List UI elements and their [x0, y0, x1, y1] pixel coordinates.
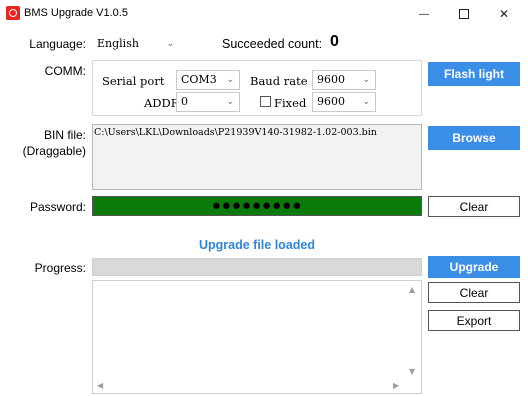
status-message: Upgrade file loaded: [199, 238, 315, 252]
language-label: Language:: [29, 37, 86, 51]
succeeded-count-value: 0: [330, 33, 339, 50]
chevron-down-icon: ⌄: [362, 97, 370, 107]
chevron-down-icon: ⌄: [226, 75, 234, 85]
fixed-label: Fixed: [274, 96, 307, 110]
chevron-down-icon: ⌄: [362, 75, 370, 85]
close-icon: ✕: [498, 7, 510, 21]
baud-rate-label: Baud rate: [250, 74, 308, 88]
bin-file-label: BIN file:: [43, 128, 86, 142]
progress-bar: [92, 258, 422, 276]
minimize-icon: —: [419, 8, 429, 20]
clear-password-button[interactable]: Clear: [428, 196, 520, 217]
scroll-up-icon[interactable]: ▲: [409, 285, 415, 294]
minimize-button[interactable]: —: [404, 0, 444, 28]
log-horizontal-scrollbar[interactable]: ◀ ▶: [93, 379, 407, 393]
clear-log-button[interactable]: Clear: [428, 282, 520, 303]
scroll-left-icon[interactable]: ◀: [97, 381, 103, 390]
succeeded-count-label: Succeeded count:: [222, 37, 323, 51]
serial-port-value: COM3: [181, 73, 217, 86]
chevron-down-icon: ⌄: [226, 97, 234, 107]
maximize-icon: [459, 9, 469, 19]
bin-file-path: C:\Users\LKL\Downloads\P21939V140-31982-…: [94, 127, 377, 138]
log-vertical-scrollbar[interactable]: ▲ ▼: [405, 281, 421, 381]
scroll-right-icon[interactable]: ▶: [393, 381, 399, 390]
browse-button[interactable]: Browse: [428, 126, 520, 150]
fixed-baud-select[interactable]: 9600 ⌄: [312, 92, 376, 112]
progress-label: Progress:: [34, 261, 86, 275]
password-label: Password:: [29, 200, 86, 214]
app-logo-icon: [6, 6, 20, 20]
serial-port-select[interactable]: COM3 ⌄: [176, 70, 240, 90]
fixed-baud-value: 9600: [317, 95, 345, 108]
password-field[interactable]: ●●●●●●●●●: [92, 196, 422, 216]
log-output[interactable]: ▲ ▼ ◀ ▶: [92, 280, 422, 394]
bin-file-drop-area[interactable]: C:\Users\LKL\Downloads\P21939V140-31982-…: [92, 124, 422, 190]
addr-label: ADDR: [144, 96, 180, 110]
serial-port-label: Serial port: [102, 74, 165, 88]
window-title: BMS Upgrade V1.0.5: [24, 7, 128, 19]
addr-value: 0: [181, 95, 188, 108]
scroll-down-icon[interactable]: ▼: [409, 367, 415, 376]
title-bar[interactable]: BMS Upgrade V1.0.5 — ✕: [0, 0, 528, 28]
bin-file-draggable-hint: (Draggable): [22, 144, 86, 158]
flash-light-button[interactable]: Flash light: [428, 62, 520, 86]
chevron-down-icon: ⌄: [166, 39, 174, 49]
language-selected-value: English: [97, 37, 139, 50]
baud-rate-select[interactable]: 9600 ⌄: [312, 70, 376, 90]
fixed-checkbox[interactable]: [260, 96, 271, 107]
baud-rate-value: 9600: [317, 73, 345, 86]
addr-select[interactable]: 0 ⌄: [176, 92, 240, 112]
maximize-button[interactable]: [444, 0, 484, 28]
export-button[interactable]: Export: [428, 310, 520, 331]
password-masked-value: ●●●●●●●●●: [211, 197, 303, 214]
language-select[interactable]: English ⌄: [92, 34, 180, 54]
close-button[interactable]: ✕: [484, 0, 524, 28]
comm-label: COMM:: [44, 64, 86, 78]
upgrade-button[interactable]: Upgrade: [428, 256, 520, 278]
